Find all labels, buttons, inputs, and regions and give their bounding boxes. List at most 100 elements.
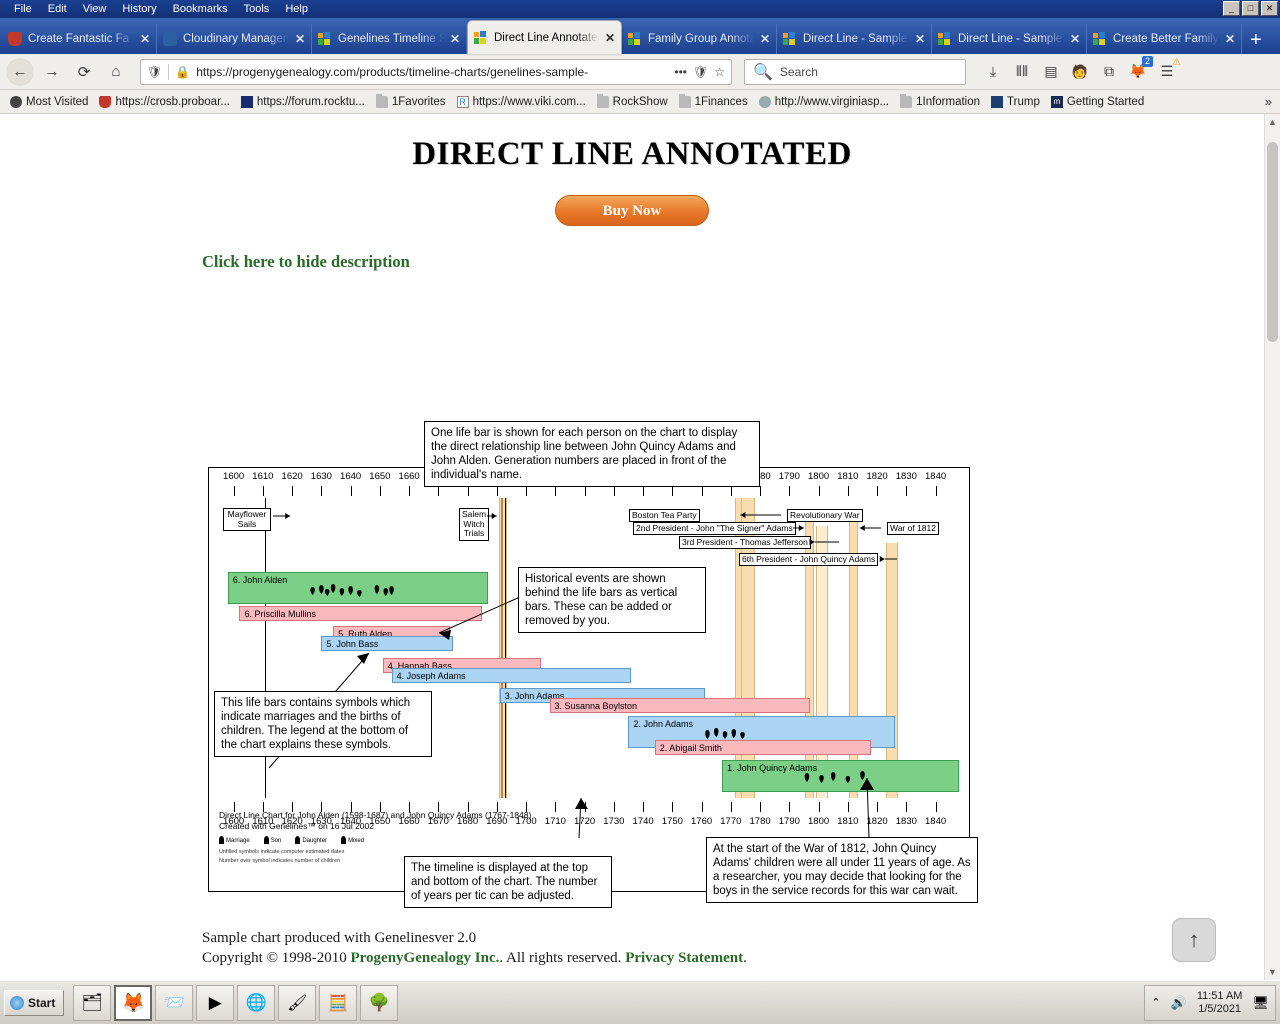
bookmark-rockshow-folder[interactable]: RockShow	[593, 93, 672, 109]
minimize-button[interactable]: _	[1223, 1, 1240, 16]
tab-cloudinary-management[interactable]: Cloudinary Managen ✕	[157, 24, 312, 54]
menu-bookmarks[interactable]: Bookmarks	[165, 3, 236, 15]
extension-icon[interactable]: 🦊 2	[1129, 56, 1153, 80]
bookmark-information-folder[interactable]: 1Information	[896, 93, 984, 109]
menu-file[interactable]: File	[6, 3, 40, 15]
downloads-icon[interactable]: ⤓	[984, 63, 1002, 80]
close-tab-icon[interactable]: ✕	[140, 32, 150, 46]
search-bar[interactable]: 🔍 Search	[744, 58, 966, 85]
taskbar-chrome[interactable]: 🌐	[237, 984, 276, 1021]
tab-label: Cloudinary Managen	[183, 33, 289, 45]
grid-icon[interactable]: ⧉	[1100, 63, 1118, 80]
hide-description-link[interactable]: Click here to hide description	[202, 252, 1264, 272]
close-tab-icon[interactable]: ✕	[1070, 32, 1080, 46]
tab-direct-line-sample-1[interactable]: Direct Line - Sample ✕	[777, 24, 932, 54]
bookmark-getting-started[interactable]: m Getting Started	[1047, 95, 1148, 109]
privacy-statement-link[interactable]: Privacy Statement	[625, 950, 743, 966]
axis-tick	[584, 486, 586, 496]
bookmarks-overflow-icon[interactable]: »	[1265, 94, 1274, 109]
taskbar-file-explorer[interactable]: 🗂	[73, 984, 112, 1021]
axis-tick-label: 1630	[310, 471, 332, 482]
tab-family-group-annotated[interactable]: Family Group Annota ✕	[622, 24, 777, 54]
clock[interactable]: 11:51 AM 1/5/2021	[1197, 990, 1243, 1016]
menu-help[interactable]: Help	[277, 3, 316, 15]
daughter-symbol	[295, 836, 301, 845]
life-bar[interactable]: 1. John Quincy Adams	[722, 760, 959, 792]
scroll-up-arrow[interactable]: ▲	[1268, 114, 1277, 130]
taskbar-paint[interactable]: 🖌	[278, 984, 317, 1021]
bookmark-forum-rocktu[interactable]: https://forum.rocktu...	[237, 95, 369, 109]
taskbar-media-player[interactable]: ▶	[196, 984, 235, 1021]
tab-genelines-timeline[interactable]: Genelines Timeline S ✕	[312, 24, 467, 54]
page-actions-icon[interactable]: •••	[674, 65, 687, 79]
hamburger-menu-icon[interactable]: ☰ ⚠	[1158, 57, 1181, 80]
bookmark-most-visited[interactable]: Most Visited	[6, 95, 92, 109]
start-button[interactable]: Start	[4, 989, 65, 1016]
show-desktop-icon[interactable]: 🖥	[1252, 995, 1269, 1011]
forward-button[interactable]: →	[38, 58, 66, 86]
close-tab-icon[interactable]: ✕	[450, 32, 460, 46]
close-tab-icon[interactable]: ✕	[760, 32, 770, 46]
taskbar-firefox[interactable]: 🦊	[114, 984, 153, 1021]
gear-icon	[10, 95, 22, 108]
menu-edit[interactable]: Edit	[40, 3, 75, 15]
cloud-icon	[163, 32, 177, 46]
bookmark-crosb-proboards[interactable]: https://crosb.proboar...	[95, 95, 233, 109]
progeny-genealogy-link[interactable]: ProgenyGenealogy Inc.	[350, 950, 499, 966]
scrollbar-track[interactable]	[1265, 130, 1280, 964]
close-tab-icon[interactable]: ✕	[915, 32, 925, 46]
tray-expand-icon[interactable]: ⌃	[1151, 996, 1160, 1009]
buy-now-button[interactable]: Buy Now	[555, 195, 709, 226]
page-scrollbar[interactable]: ▲ ▼	[1264, 114, 1280, 980]
close-tab-icon[interactable]: ✕	[1225, 32, 1235, 46]
scrollbar-thumb[interactable]	[1267, 142, 1278, 342]
clock-date: 1/5/2021	[1198, 1002, 1242, 1015]
taskbar-thunderbird[interactable]: 📨	[155, 984, 194, 1021]
menu-view[interactable]: View	[75, 3, 115, 15]
life-bar[interactable]: 6. Priscilla Mullins	[239, 606, 483, 621]
life-bar[interactable]: 5. John Bass	[321, 636, 453, 651]
taskbar-calculator[interactable]: 🧮	[319, 984, 358, 1021]
close-button[interactable]: ✕	[1261, 1, 1278, 16]
bookmark-finances-folder[interactable]: 1Finances	[675, 93, 752, 109]
close-tab-icon[interactable]: ✕	[605, 31, 615, 45]
volume-icon[interactable]: 🔊	[1171, 995, 1187, 1011]
bookmark-label: 1Information	[916, 95, 981, 108]
bookmark-star-icon[interactable]: ☆	[714, 65, 725, 79]
scroll-to-top-button[interactable]: ↑	[1172, 918, 1216, 962]
life-bar[interactable]: 2. Abigail Smith	[654, 740, 872, 755]
copyright-mid: . All rights reserved.	[499, 950, 626, 966]
folder-icon	[596, 93, 609, 108]
back-button[interactable]: ←	[6, 57, 34, 86]
copyright-line: Copyright © 1998-2010 ProgenyGenealogy I…	[202, 948, 747, 968]
tab-create-better-family[interactable]: Create Better Family ✕	[1087, 24, 1242, 54]
bookmark-viki[interactable]: R https://www.viki.com...	[453, 95, 590, 109]
reload-button[interactable]: ⟳	[70, 58, 98, 86]
library-icon[interactable]: ⦀⦀	[1013, 63, 1031, 80]
search-input[interactable]: Search	[780, 65, 818, 79]
home-button[interactable]: ⌂	[102, 58, 130, 86]
pocket-icon[interactable]: 🛡	[693, 65, 708, 79]
firefox-icon: 🦊	[121, 992, 146, 1014]
life-bar[interactable]: 6. John Alden	[227, 572, 489, 604]
maximize-button[interactable]: □	[1242, 1, 1259, 16]
scroll-down-arrow[interactable]: ▼	[1268, 964, 1277, 980]
close-tab-icon[interactable]: ✕	[295, 32, 305, 46]
sidebar-icon[interactable]: ▤	[1042, 63, 1060, 80]
life-bar[interactable]: 4. Joseph Adams	[391, 668, 632, 683]
tab-direct-line-annotated[interactable]: Direct Line Annotate ✕	[467, 20, 622, 54]
new-tab-button[interactable]: +	[1242, 30, 1270, 54]
genelines-icon	[938, 32, 952, 46]
tab-direct-line-sample-2[interactable]: Direct Line - Sample ✕	[932, 24, 1087, 54]
bookmark-trump[interactable]: Trump	[987, 95, 1044, 109]
address-bar[interactable]: 🛡 🔒 https://progenygenealogy.com/product…	[140, 58, 732, 85]
menu-history[interactable]: History	[114, 3, 164, 15]
bookmark-virginiasp[interactable]: http://www.virginiasp...	[755, 95, 893, 109]
taskbar-family-tree[interactable]: 🌳	[360, 984, 399, 1021]
tab-create-fantastic-family[interactable]: Create Fantastic Fa ✕	[2, 24, 157, 54]
avatar[interactable]: 🧑	[1071, 64, 1089, 80]
bookmark-favorites-folder[interactable]: 1Favorites	[372, 93, 450, 109]
life-bar[interactable]: 3. Susanna Boylston	[549, 698, 810, 713]
axis-tick-label: 1750	[661, 816, 683, 827]
menu-tools[interactable]: Tools	[236, 3, 278, 15]
